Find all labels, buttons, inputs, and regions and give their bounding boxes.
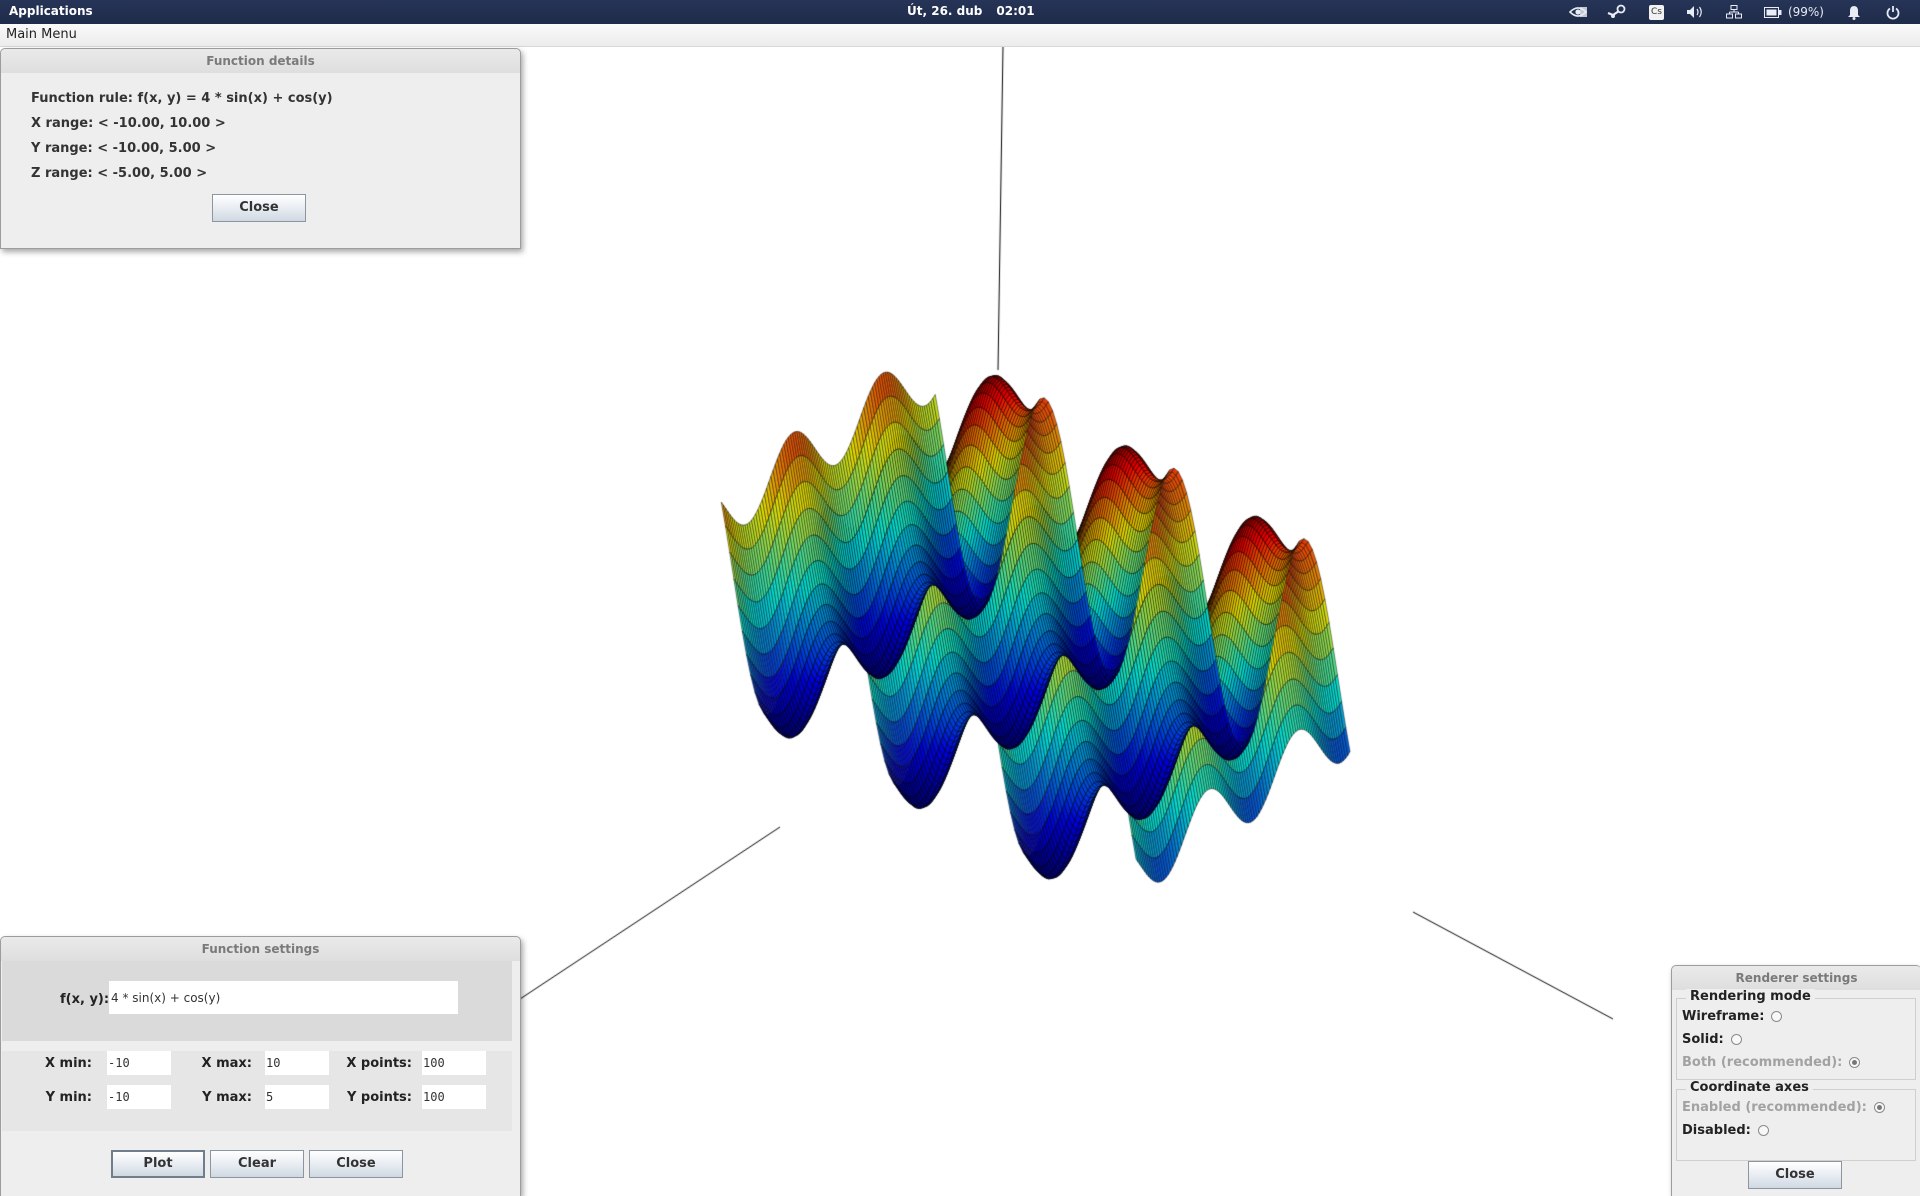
x-min-input[interactable] [107,1051,171,1075]
axes-enabled-option[interactable]: Enabled (recommended): [1682,1100,1885,1115]
system-tray: Cs (99%) [1559,2,1912,22]
both-radio[interactable] [1849,1057,1861,1068]
function-rule-text: Function rule: f(x, y) = 4 * sin(x) + co… [31,91,333,106]
x-range-text: X range: < -10.00, 10.00 > [31,116,226,131]
system-top-panel: Applications Út, 26. dub 02:01 Cs (99%) [0,0,1920,24]
battery-percent: (99%) [1787,5,1824,19]
axes-disabled-option[interactable]: Disabled: [1682,1123,1769,1138]
solid-option[interactable]: Solid: [1682,1032,1742,1047]
main-menu[interactable]: Main Menu [6,27,77,42]
axes-disabled-radio[interactable] [1757,1125,1769,1136]
axes-disabled-label: Disabled: [1682,1123,1751,1138]
renderer-settings-window: Renderer settings Rendering mode Wirefra… [1671,965,1920,1196]
axes-enabled-label: Enabled (recommended): [1682,1100,1867,1115]
y-min-input[interactable] [107,1085,171,1109]
cs-icon[interactable]: Cs [1637,2,1676,22]
x-max-label: X max: [201,1056,252,1071]
function-settings-title[interactable]: Function settings [1,937,520,961]
x-max-input[interactable] [265,1051,329,1075]
nvidia-icon[interactable] [1559,2,1598,22]
solid-radio[interactable] [1730,1034,1742,1045]
y-max-input[interactable] [265,1085,329,1109]
function-settings-window: Function settings f(x, y): X min: X max:… [0,936,521,1196]
function-expression-input[interactable] [109,981,458,1014]
coordinate-axes-group: Coordinate axes Enabled (recommended): D… [1676,1080,1916,1161]
y-points-label: Y points: [346,1090,412,1105]
plot-button[interactable]: Plot [111,1150,205,1178]
wireframe-label: Wireframe: [1682,1009,1765,1024]
wireframe-radio[interactable] [1771,1011,1783,1022]
rendering-mode-group: Rendering mode Wireframe: Solid: Both (r… [1676,989,1916,1080]
y-max-label: Y max: [202,1090,252,1105]
battery-indicator[interactable]: (99%) [1754,2,1834,22]
steam-icon[interactable] [1598,2,1637,22]
y-min-label: Y min: [45,1090,92,1105]
details-close-button[interactable]: Close [212,194,306,222]
fx-label: f(x, y): [60,992,110,1007]
x-points-label: X points: [346,1056,412,1071]
wireframe-option[interactable]: Wireframe: [1682,1009,1783,1024]
network-icon[interactable] [1715,2,1754,22]
app-menubar: Main Menu [0,24,1920,47]
z-range-text: Z range: < -5.00, 5.00 > [31,166,208,181]
power-icon[interactable] [1873,2,1912,22]
time: 02:01 [996,4,1035,18]
function-details-window: Function details Function rule: f(x, y) … [0,48,521,249]
renderer-settings-title[interactable]: Renderer settings [1672,966,1920,990]
solid-label: Solid: [1682,1032,1724,1047]
both-option[interactable]: Both (recommended): [1682,1055,1861,1070]
both-label: Both (recommended): [1682,1055,1843,1070]
renderer-close-button[interactable]: Close [1748,1161,1842,1189]
date: Út, 26. dub [907,4,983,18]
battery-icon [1763,6,1782,18]
rendering-mode-title: Rendering mode [1686,989,1815,1004]
volume-icon[interactable] [1676,2,1715,22]
clock[interactable]: Út, 26. dub 02:01 [907,4,1049,18]
clear-button[interactable]: Clear [210,1150,304,1178]
x-points-input[interactable] [422,1051,486,1075]
settings-close-button[interactable]: Close [309,1150,403,1178]
x-min-label: X min: [44,1056,92,1071]
y-points-input[interactable] [422,1085,486,1109]
function-details-title[interactable]: Function details [1,49,520,73]
cs-badge: Cs [1648,4,1664,20]
coordinate-axes-title: Coordinate axes [1686,1080,1813,1095]
y-range-text: Y range: < -10.00, 5.00 > [31,141,217,156]
applications-menu[interactable]: Applications [9,4,93,18]
bell-icon[interactable] [1834,2,1873,22]
axes-enabled-radio[interactable] [1873,1102,1885,1113]
